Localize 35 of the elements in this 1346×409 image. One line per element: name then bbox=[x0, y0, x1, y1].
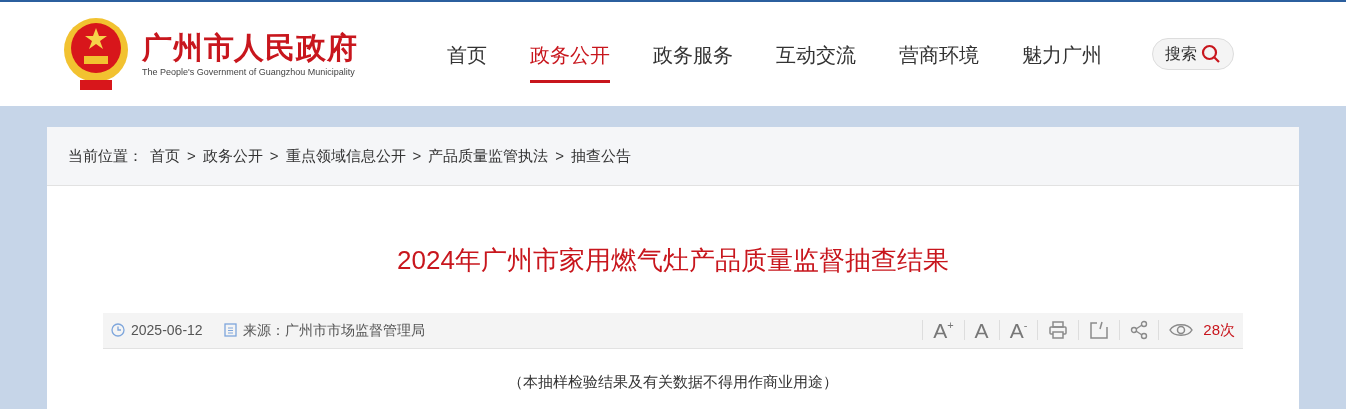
article-source: 来源：广州市市场监督管理局 bbox=[242, 320, 425, 340]
emblem-icon bbox=[62, 16, 130, 92]
eye-icon bbox=[1169, 322, 1194, 338]
font-size-button[interactable]: A+ bbox=[933, 319, 954, 341]
search-icon bbox=[1201, 44, 1221, 64]
nav-tab[interactable]: 政务公开 bbox=[530, 25, 610, 83]
breadcrumb-link[interactable]: 产品质量监管执法 bbox=[428, 144, 549, 168]
usage-note: （本抽样检验结果及有关数据不得用作商业用途） bbox=[507, 371, 839, 392]
breadcrumb-link[interactable]: 重点领域信息公开 bbox=[285, 144, 406, 168]
clock-icon bbox=[111, 323, 125, 337]
breadcrumb-separator: > bbox=[269, 145, 279, 166]
nav-tab[interactable]: 魅力广州 bbox=[1022, 25, 1102, 83]
breadcrumb-separator: > bbox=[412, 145, 422, 166]
nav-tab[interactable]: 营商环境 bbox=[899, 25, 979, 83]
search-button[interactable]: 搜索 bbox=[1152, 38, 1234, 70]
breadcrumb-link[interactable]: 政务公开 bbox=[202, 144, 263, 168]
article-title: 2024年广州市家用燃气灶产品质量监督抽查结果 bbox=[396, 244, 950, 277]
breadcrumb-separator: > bbox=[187, 145, 196, 166]
breadcrumb-link[interactable]: 首页 bbox=[150, 144, 180, 168]
view-count: 28次 bbox=[1203, 319, 1235, 340]
print-icon[interactable] bbox=[1048, 320, 1069, 340]
share-icon[interactable] bbox=[1130, 320, 1149, 340]
publish-date: 2025-06-12 bbox=[131, 320, 203, 340]
document-icon bbox=[223, 323, 237, 337]
font-size-button[interactable]: A- bbox=[1009, 319, 1028, 341]
share-out-icon[interactable] bbox=[1089, 320, 1110, 340]
site-subtitle: The People's Government of Guangzhou Municipality bbox=[142, 66, 356, 79]
breadcrumb-link[interactable]: 抽查公告 bbox=[571, 144, 632, 168]
nav-tab[interactable]: 互动交流 bbox=[776, 25, 856, 83]
nav-tab[interactable]: 首页 bbox=[447, 25, 487, 83]
breadcrumb-label: 当前位置： bbox=[68, 145, 143, 166]
font-size-button[interactable]: A bbox=[974, 319, 989, 341]
site-title: 广州市人民政府 bbox=[142, 29, 358, 66]
breadcrumb-separator: > bbox=[555, 145, 565, 166]
nav-tab[interactable]: 政务服务 bbox=[653, 25, 733, 83]
